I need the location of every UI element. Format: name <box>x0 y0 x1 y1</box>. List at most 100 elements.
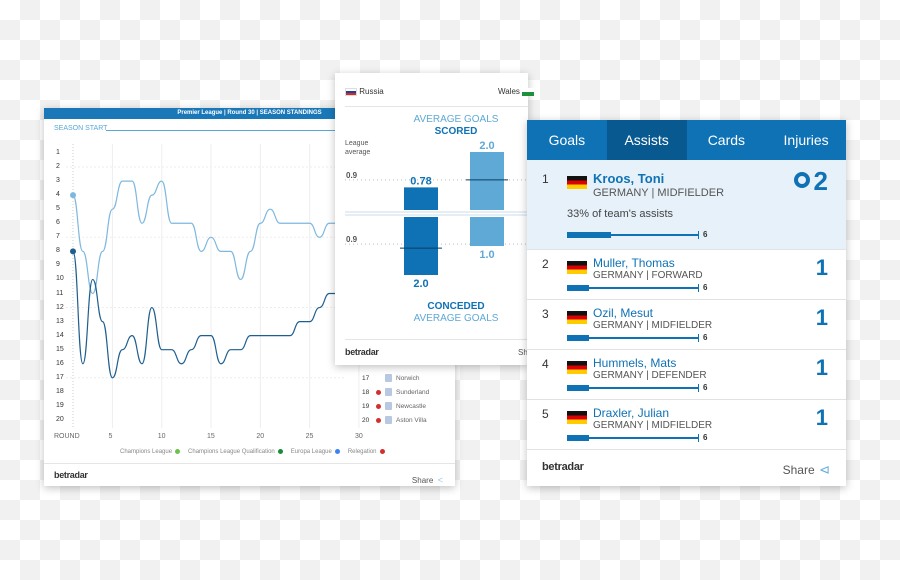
x-tick-label: 20 <box>256 433 265 440</box>
player-leaders-card: Goals Assists Cards Injuries 1 Kroos, Ton… <box>527 120 846 486</box>
standings-row[interactable]: 18 Sunderland <box>362 388 429 396</box>
assist-progress-bar <box>567 231 699 239</box>
standings-row[interactable]: 17 Norwich <box>362 374 419 382</box>
team-crest-icon <box>385 416 392 424</box>
assist-count: 1 <box>815 305 828 330</box>
progress-fill <box>567 335 590 341</box>
average-goals-card: Russia Wales AVERAGE GOALS SCORED League a… <box>335 73 535 365</box>
position-series-line <box>72 250 360 379</box>
legend-item: Champions League <box>120 449 181 455</box>
assist-count: 1 <box>815 355 828 380</box>
player-info: GERMANY | FORWARD <box>593 270 703 281</box>
assist-count: 1 <box>815 405 828 430</box>
position: 19 <box>362 402 370 410</box>
team-crest-icon <box>385 388 392 396</box>
player-row[interactable]: 5 Draxler, Julian GERMANY | MIDFIELDER 1 6 <box>527 400 846 450</box>
player-name[interactable]: Ozil, Mesut <box>593 306 653 320</box>
legend-item: Relegation <box>348 449 385 455</box>
player-rank: 2 <box>542 257 549 271</box>
germany-flag-icon <box>567 361 587 374</box>
assist-count: 2 <box>813 166 828 196</box>
team-crest-icon <box>385 374 392 382</box>
series-start-point <box>70 248 76 255</box>
player-row[interactable]: 1 Kroos, Toni GERMANY | MIDFIELDER 33% of t… <box>527 160 846 250</box>
player-info: GERMANY | MIDFIELDER <box>593 420 713 431</box>
progress-max: 6 <box>703 333 708 342</box>
standings-row[interactable]: 20 Aston Villa <box>362 416 427 424</box>
player-row[interactable]: 3 Ozil, Mesut GERMANY | MIDFIELDER 1 6 <box>527 300 846 350</box>
share-button[interactable]: Share < <box>412 470 443 488</box>
assist-progress-bar <box>567 334 699 342</box>
scored-bar <box>470 152 504 210</box>
player-rank: 5 <box>542 407 549 421</box>
assist-count: 1 <box>815 255 828 280</box>
player-rank: 1 <box>542 172 549 186</box>
tab-goals[interactable]: Goals <box>527 120 607 160</box>
scored-bar <box>404 187 438 210</box>
player-name[interactable]: Draxler, Julian <box>593 406 669 420</box>
progress-fill <box>567 232 611 238</box>
assist-progress-bar <box>567 284 699 292</box>
betradar-logo: betradar <box>54 470 88 480</box>
player-rank: 4 <box>542 357 549 371</box>
x-tick-label: 15 <box>207 433 215 440</box>
team-name: Newcastle <box>396 402 426 410</box>
germany-flag-icon <box>567 311 587 324</box>
progress-fill <box>567 385 590 391</box>
player-name[interactable]: Hummels, Mats <box>593 356 676 370</box>
player-name[interactable]: Kroos, Toni <box>593 171 664 186</box>
share-icon: ⊲ <box>819 462 830 477</box>
legend-item: Europa League <box>291 449 340 455</box>
stat-tabs: Goals Assists Cards Injuries <box>527 120 846 160</box>
share-button[interactable]: Share ⊲ <box>783 461 830 479</box>
team-share-text: 33% of team's assists <box>567 208 674 220</box>
position: 17 <box>362 374 370 382</box>
league-average-value: 0.9 <box>346 171 358 180</box>
average-goals-bar-chart: 0.9 0.9 0.78 2.0 2.0 1.0 <box>345 140 528 290</box>
position: 20 <box>362 416 370 424</box>
betradar-logo: betradar <box>542 461 584 473</box>
progress-end <box>698 334 699 342</box>
player-row[interactable]: 2 Muller, Thomas GERMANY | FORWARD 1 6 <box>527 250 846 300</box>
conceded-bar <box>404 217 438 275</box>
progress-max: 6 <box>703 283 708 292</box>
conceded-bar <box>470 217 504 246</box>
player-row[interactable]: 4 Hummels, Mats GERMANY | DEFENDER 1 6 <box>527 350 846 400</box>
team-crest-icon <box>385 402 392 410</box>
standings-row[interactable]: 19 Newcastle <box>362 402 426 410</box>
conceded-value: 1.0 <box>479 249 494 261</box>
betradar-logo: betradar <box>345 347 379 357</box>
scored-value: 2.0 <box>479 140 494 152</box>
league-average-value: 0.9 <box>346 235 358 244</box>
player-info: GERMANY | DEFENDER <box>593 370 707 381</box>
tab-cards[interactable]: Cards <box>687 120 767 160</box>
progress-fill <box>567 435 590 441</box>
germany-flag-icon <box>567 411 587 424</box>
player-name[interactable]: Muller, Thomas <box>593 256 675 270</box>
scored-value: 0.78 <box>410 175 431 187</box>
player-info: GERMANY | MIDFIELDER <box>593 320 713 331</box>
progress-end <box>698 231 699 239</box>
player-rank: 3 <box>542 307 549 321</box>
player-info: GERMANY | MIDFIELDER <box>593 187 725 199</box>
assist-progress-bar <box>567 384 699 392</box>
germany-flag-icon <box>567 261 587 274</box>
progress-max: 6 <box>703 230 708 239</box>
germany-flag-icon <box>567 176 587 189</box>
x-tick-label: 25 <box>305 433 314 440</box>
tab-injuries[interactable]: Injuries <box>766 120 846 160</box>
progress-max: 6 <box>703 383 708 392</box>
zone-dot <box>376 403 381 409</box>
progress-max: 6 <box>703 433 708 442</box>
zone-dot <box>376 376 381 381</box>
legend-item: Champions League Qualification <box>188 449 283 455</box>
progress-end <box>698 434 699 442</box>
legend: Champions League Champions League Qualif… <box>120 449 385 455</box>
zone-dot <box>376 417 381 423</box>
assist-progress-bar <box>567 434 699 442</box>
series-start-point <box>70 192 76 199</box>
team-name: Sunderland <box>396 388 430 396</box>
progress-fill <box>567 285 590 291</box>
tab-assists[interactable]: Assists <box>606 120 687 160</box>
conceded-value: 2.0 <box>413 278 428 290</box>
